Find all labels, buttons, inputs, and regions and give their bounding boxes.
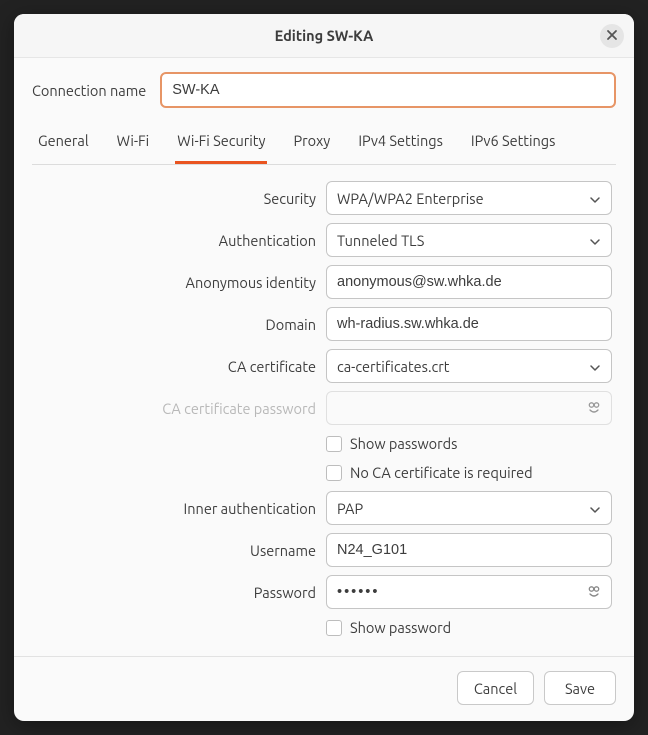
inner-authentication-value: PAP — [337, 500, 363, 517]
close-icon — [606, 28, 618, 44]
chevron-down-icon — [589, 502, 601, 514]
ca-certificate-label: CA certificate — [36, 358, 316, 375]
password-label: Password — [36, 584, 316, 601]
ca-certificate-select[interactable]: ca-certificates.crt — [326, 349, 612, 383]
security-label: Security — [36, 190, 316, 207]
show-password-checkbox[interactable]: Show password — [326, 617, 612, 638]
show-passwords-checkbox[interactable]: Show passwords — [326, 433, 612, 454]
no-ca-required-label: No CA certificate is required — [350, 464, 533, 481]
window-title: Editing SW-KA — [275, 27, 374, 44]
connection-name-input[interactable] — [160, 72, 616, 108]
ca-certificate-value: ca-certificates.crt — [337, 358, 449, 375]
ca-cert-password-input — [326, 391, 612, 425]
save-button[interactable]: Save — [544, 671, 616, 705]
anonymous-identity-label: Anonymous identity — [36, 274, 316, 291]
tab-proxy[interactable]: Proxy — [291, 122, 332, 164]
tab-wifi[interactable]: Wi-Fi — [115, 122, 152, 164]
username-label: Username — [36, 542, 316, 559]
inner-authentication-select[interactable]: PAP — [326, 491, 612, 525]
key-icon[interactable] — [586, 400, 602, 416]
tab-ipv4[interactable]: IPv4 Settings — [356, 122, 445, 164]
cancel-button[interactable]: Cancel — [457, 671, 534, 705]
wifi-security-form: Security WPA/WPA2 Enterprise Authenticat… — [32, 181, 616, 638]
security-value: WPA/WPA2 Enterprise — [337, 190, 484, 207]
key-icon[interactable] — [586, 584, 602, 600]
show-password-label: Show password — [350, 619, 451, 636]
close-button[interactable] — [600, 24, 624, 48]
show-passwords-label: Show passwords — [350, 435, 457, 452]
titlebar: Editing SW-KA — [14, 14, 634, 58]
network-editor-window: Editing SW-KA Connection name General Wi… — [14, 14, 634, 721]
tabs: General Wi-Fi Wi-Fi Security Proxy IPv4 … — [32, 122, 616, 164]
tab-general[interactable]: General — [36, 122, 91, 164]
chevron-down-icon — [589, 234, 601, 246]
ca-cert-password-label: CA certificate password — [36, 400, 316, 417]
checkbox-icon — [326, 620, 342, 636]
no-ca-required-checkbox[interactable]: No CA certificate is required — [326, 462, 612, 483]
connection-name-label: Connection name — [32, 82, 146, 99]
checkbox-icon — [326, 465, 342, 481]
anonymous-identity-input[interactable] — [326, 265, 612, 299]
security-select[interactable]: WPA/WPA2 Enterprise — [326, 181, 612, 215]
authentication-label: Authentication — [36, 232, 316, 249]
chevron-down-icon — [589, 360, 601, 372]
authentication-select[interactable]: Tunneled TLS — [326, 223, 612, 257]
chevron-down-icon — [589, 192, 601, 204]
dialog-footer: Cancel Save — [14, 657, 634, 721]
authentication-value: Tunneled TLS — [337, 232, 424, 249]
tab-ipv6[interactable]: IPv6 Settings — [469, 122, 558, 164]
password-input[interactable] — [326, 575, 612, 609]
tab-wifi-security[interactable]: Wi-Fi Security — [175, 122, 267, 164]
domain-input[interactable] — [326, 307, 612, 341]
username-input[interactable] — [326, 533, 612, 567]
domain-label: Domain — [36, 316, 316, 333]
checkbox-icon — [326, 436, 342, 452]
inner-authentication-label: Inner authentication — [36, 500, 316, 517]
